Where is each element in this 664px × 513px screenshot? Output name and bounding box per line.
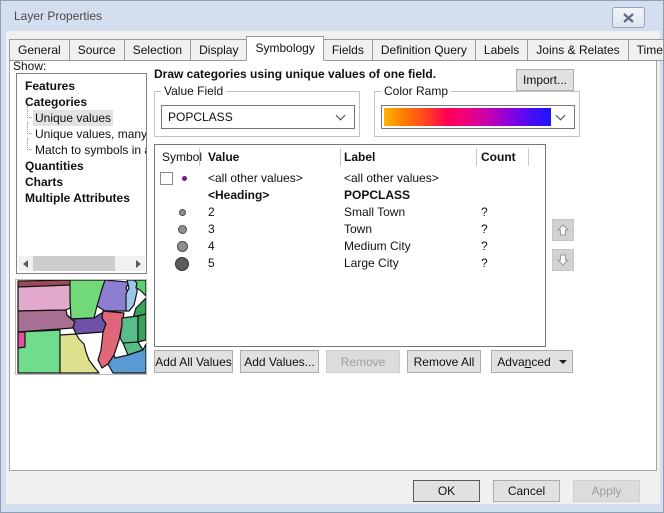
tab-symbology[interactable]: Symbology <box>246 36 323 61</box>
tab-time[interactable]: Time <box>628 39 664 61</box>
scroll-right-icon <box>136 260 141 268</box>
table-row[interactable]: 3 Town ? <box>155 221 545 238</box>
tree-item-unique-values-many[interactable]: Unique values, many <box>33 126 147 142</box>
scrollbar-thumb[interactable] <box>33 256 115 271</box>
tab-definition-query[interactable]: Definition Query <box>372 39 476 61</box>
tab-fields[interactable]: Fields <box>323 39 373 61</box>
tree-connector <box>27 138 32 150</box>
renderer-tree: Features Categories Unique values Unique… <box>16 73 147 274</box>
arrow-down-icon <box>555 252 571 268</box>
apply-button[interactable]: Apply <box>573 480 640 502</box>
value-field-label: Value Field <box>161 84 226 98</box>
column-header-count[interactable]: Count <box>481 149 516 166</box>
move-down-button[interactable] <box>552 249 574 271</box>
category-symbol[interactable] <box>178 225 187 234</box>
unique-values-table: Symbol Value Label Count <all other valu… <box>154 144 546 347</box>
color-ramp-label: Color Ramp <box>381 84 451 98</box>
tree-connector <box>27 106 32 118</box>
titlebar[interactable]: Layer Properties <box>1 1 663 31</box>
tab-labels[interactable]: Labels <box>475 39 528 61</box>
category-symbol[interactable] <box>179 209 186 216</box>
dialog-content: General Source Selection Display Symbolo… <box>6 31 660 504</box>
tab-display[interactable]: Display <box>190 39 247 61</box>
close-icon <box>623 13 634 23</box>
value-field-value: POPCLASS <box>162 110 337 124</box>
close-button[interactable] <box>612 7 645 28</box>
map-preview-image <box>16 280 146 374</box>
column-divider <box>528 148 529 166</box>
tree-horizontal-scrollbar[interactable] <box>18 256 145 271</box>
tree-item-features[interactable]: Features <box>17 78 147 94</box>
scroll-left-button[interactable] <box>18 256 32 271</box>
scroll-right-button[interactable] <box>131 256 145 271</box>
column-divider <box>340 148 341 166</box>
tree-item-quantities[interactable]: Quantities <box>17 158 147 174</box>
arrow-up-icon <box>555 222 571 238</box>
table-row[interactable]: 2 Small Town ? <box>155 204 545 221</box>
cancel-button[interactable]: Cancel <box>493 480 560 502</box>
table-row[interactable]: 4 Medium City ? <box>155 238 545 255</box>
tab-joins-relates[interactable]: Joins & Relates <box>527 39 628 61</box>
color-ramp-combo[interactable] <box>381 105 575 129</box>
all-other-values-symbol[interactable] <box>182 176 187 181</box>
table-row[interactable]: 5 Large City ? <box>155 255 545 272</box>
tab-source[interactable]: Source <box>69 39 125 61</box>
tab-general[interactable]: General <box>9 39 70 61</box>
add-values-button[interactable]: Add Values... <box>240 350 319 373</box>
tree-item-match-symbols[interactable]: Match to symbols in a <box>33 142 147 158</box>
column-divider <box>199 148 200 166</box>
table-row-heading[interactable]: <Heading> POPCLASS <box>155 187 545 204</box>
tree-item-multiple-attributes[interactable]: Multiple Attributes <box>17 190 147 206</box>
all-other-values-checkbox[interactable] <box>160 172 173 185</box>
page-heading: Draw categories using unique values of o… <box>154 67 514 81</box>
tree-item-unique-values[interactable]: Unique values <box>33 110 147 126</box>
chevron-down-icon <box>336 110 346 120</box>
column-header-value[interactable]: Value <box>208 149 239 166</box>
remove-button[interactable]: Remove <box>326 350 400 373</box>
value-field-combo[interactable]: POPCLASS <box>161 105 355 129</box>
table-row[interactable]: <all other values> <all other values> <box>155 170 545 187</box>
tab-selection[interactable]: Selection <box>124 39 191 61</box>
dropdown-caret-icon <box>559 360 567 364</box>
import-button[interactable]: Import... <box>516 69 574 91</box>
show-label: Show: <box>13 59 46 73</box>
tree-item-charts[interactable]: Charts <box>17 174 147 190</box>
value-field-group: Value Field POPCLASS <box>154 91 360 137</box>
window-title: Layer Properties <box>14 9 102 23</box>
tree-connector <box>27 122 32 134</box>
category-symbol[interactable] <box>177 241 188 252</box>
remove-all-button[interactable]: Remove All <box>407 350 481 373</box>
chevron-down-icon <box>556 110 566 120</box>
color-ramp-group: Color Ramp <box>374 91 580 137</box>
scroll-left-icon <box>23 260 28 268</box>
tab-strip: General Source Selection Display Symbolo… <box>9 36 664 61</box>
add-all-values-button[interactable]: Add All Values <box>154 350 233 373</box>
move-up-button[interactable] <box>552 219 574 241</box>
advanced-button[interactable]: Advanced <box>491 350 573 373</box>
map-preview <box>15 279 147 375</box>
layer-properties-dialog: Layer Properties General Source Selectio… <box>0 0 664 513</box>
column-header-symbol[interactable]: Symbol <box>162 149 202 166</box>
column-header-label[interactable]: Label <box>344 149 375 166</box>
tree-item-categories[interactable]: Categories <box>17 94 147 110</box>
ok-button[interactable]: OK <box>413 480 480 502</box>
column-divider <box>476 148 477 166</box>
category-symbol[interactable] <box>175 257 189 271</box>
symbology-page: Show: Features Categories Unique values … <box>9 57 657 471</box>
color-ramp-swatch <box>384 108 551 126</box>
